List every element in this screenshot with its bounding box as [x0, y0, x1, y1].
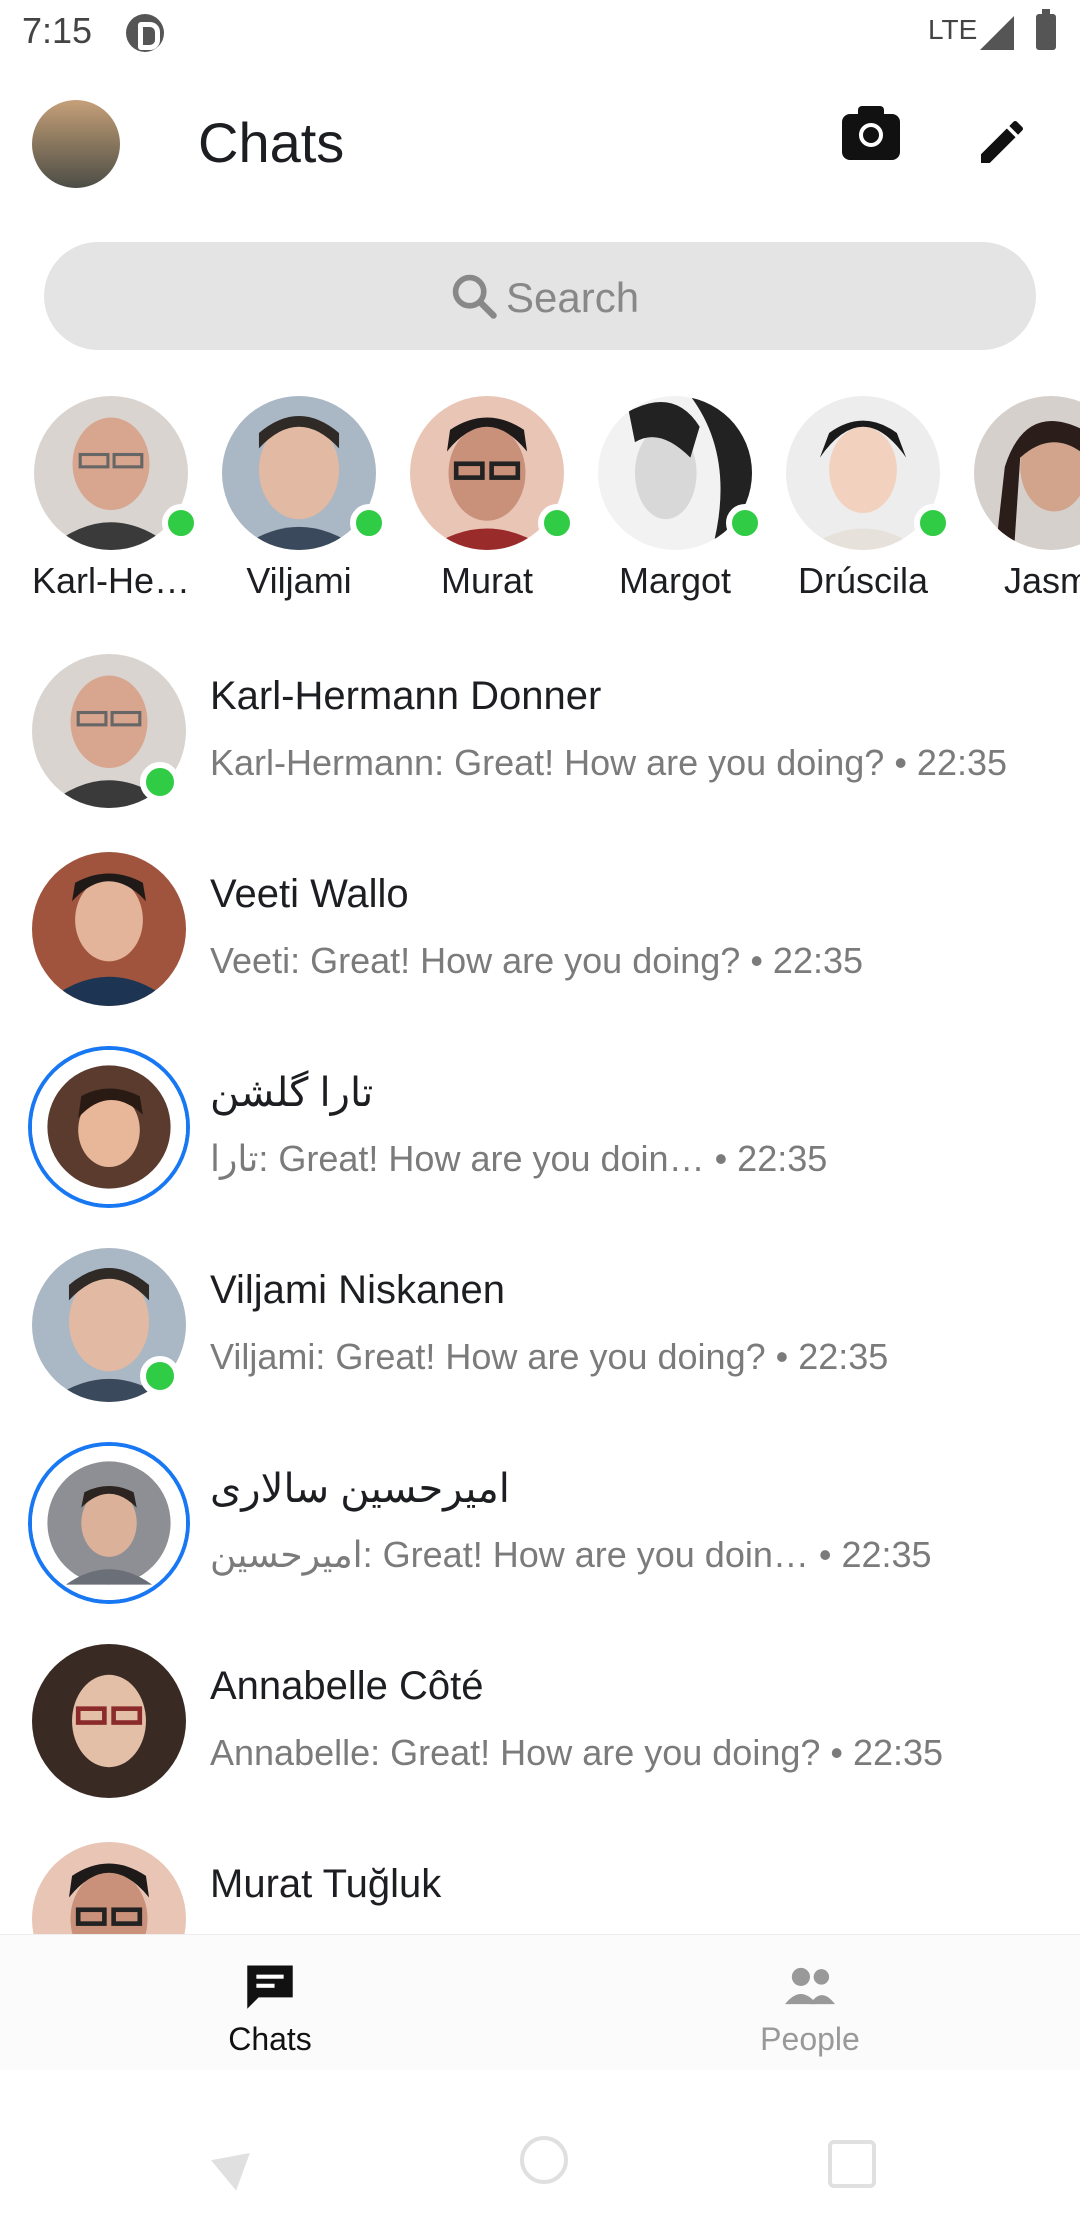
chat-preview: Karl-Hermann: Great! How are you doing? … [210, 742, 1008, 783]
search-input[interactable]: Search [44, 242, 1036, 350]
chat-row[interactable]: Annabelle Côté Annabelle: Great! How are… [0, 1634, 1080, 1832]
story-item[interactable]: Viljami [216, 396, 388, 616]
story-item[interactable]: Drúscila [780, 396, 952, 616]
chat-row[interactable]: امیرحسین سالاری امیرحسین: Great! How are… [0, 1436, 1080, 1634]
story-name: Murat [440, 560, 534, 601]
chat-name: Murat Tuğluk [210, 1862, 442, 1906]
chat-preview: امیرحسین: Great! How are you doin… • 22:… [210, 1534, 932, 1575]
avatar [32, 852, 186, 1006]
profile-avatar[interactable] [32, 100, 120, 188]
camera-icon[interactable] [842, 106, 900, 160]
search-icon [452, 274, 497, 319]
chat-row[interactable]: تارا گلشن تارا: Great! How are you doin…… [0, 1040, 1080, 1238]
back-icon[interactable] [204, 2141, 250, 2191]
chat-row[interactable]: Veeti Wallo Veeti: Great! How are you do… [0, 842, 1080, 1040]
chat-name: تارا گلشن [210, 1071, 374, 1115]
story-name: Drúscila [797, 560, 929, 601]
chat-preview: تارا: Great! How are you doin… • 22:35 [210, 1138, 828, 1179]
header: Chats [0, 68, 1080, 218]
story-name: Jasmi [1003, 560, 1080, 601]
signal-icon [980, 16, 1014, 50]
avatar [974, 396, 1080, 550]
bottom-nav: Chats People [0, 1934, 1080, 2071]
chat-name: Annabelle Côté [210, 1664, 484, 1708]
tab-chats[interactable]: Chats [150, 1961, 390, 2061]
status-bar: 7:15 LTE [0, 0, 1080, 68]
online-indicator [140, 1356, 180, 1396]
avatar [32, 1644, 186, 1798]
online-indicator [350, 504, 388, 542]
chat-bubble-icon [247, 1965, 293, 2009]
chat-row[interactable]: Viljami Niskanen Viljami: Great! How are… [0, 1238, 1080, 1436]
active-now-row: Karl-He… Viljami Murat Margot Drúscila J [0, 396, 1080, 616]
story-name: Margot [618, 560, 732, 601]
search-placeholder: Search [506, 274, 640, 321]
network-type: LTE [928, 14, 978, 45]
online-indicator [162, 504, 200, 542]
story-item[interactable]: Margot [592, 396, 764, 616]
tab-label: Chats [228, 2021, 312, 2057]
chat-name: Viljami Niskanen [210, 1268, 505, 1312]
online-indicator [140, 762, 180, 802]
chat-preview: Veeti: Great! How are you doing? • 22:35 [210, 940, 864, 981]
story-item[interactable]: Murat [404, 396, 576, 616]
home-icon[interactable] [520, 2136, 568, 2184]
system-nav-bar [0, 2070, 1080, 2220]
chat-row[interactable]: Murat Tuğluk [0, 1832, 1080, 1934]
chat-list: Karl-Hermann Donner Karl-Hermann: Great!… [0, 644, 1080, 1934]
story-item[interactable]: Karl-He… [28, 396, 200, 616]
story-item[interactable]: Jasmi [968, 396, 1080, 616]
app-notification-icon [126, 14, 164, 52]
story-ring-avatar [32, 1446, 186, 1600]
online-indicator [538, 504, 576, 542]
compose-icon[interactable] [974, 114, 1030, 170]
avatar [32, 1842, 186, 1934]
status-time: 7:15 [22, 10, 93, 51]
story-name: Viljami [246, 560, 352, 601]
tab-people[interactable]: People [690, 1961, 930, 2061]
chat-name: Karl-Hermann Donner [210, 674, 602, 718]
chat-row[interactable]: Karl-Hermann Donner Karl-Hermann: Great!… [0, 644, 1080, 842]
chat-preview: Annabelle: Great! How are you doing? • 2… [210, 1732, 944, 1773]
chat-name: امیرحسین سالاری [210, 1467, 510, 1511]
page-title: Chats [198, 111, 345, 174]
people-icon [785, 1967, 835, 2005]
battery-icon [1036, 9, 1056, 50]
online-indicator [914, 504, 952, 542]
recents-icon[interactable] [828, 2140, 876, 2188]
online-indicator [726, 504, 764, 542]
chat-preview: Viljami: Great! How are you doing? • 22:… [210, 1336, 889, 1377]
story-ring-avatar [32, 1050, 186, 1204]
chat-name: Veeti Wallo [210, 872, 409, 916]
story-name: Karl-He… [31, 560, 191, 601]
tab-label: People [760, 2021, 860, 2057]
